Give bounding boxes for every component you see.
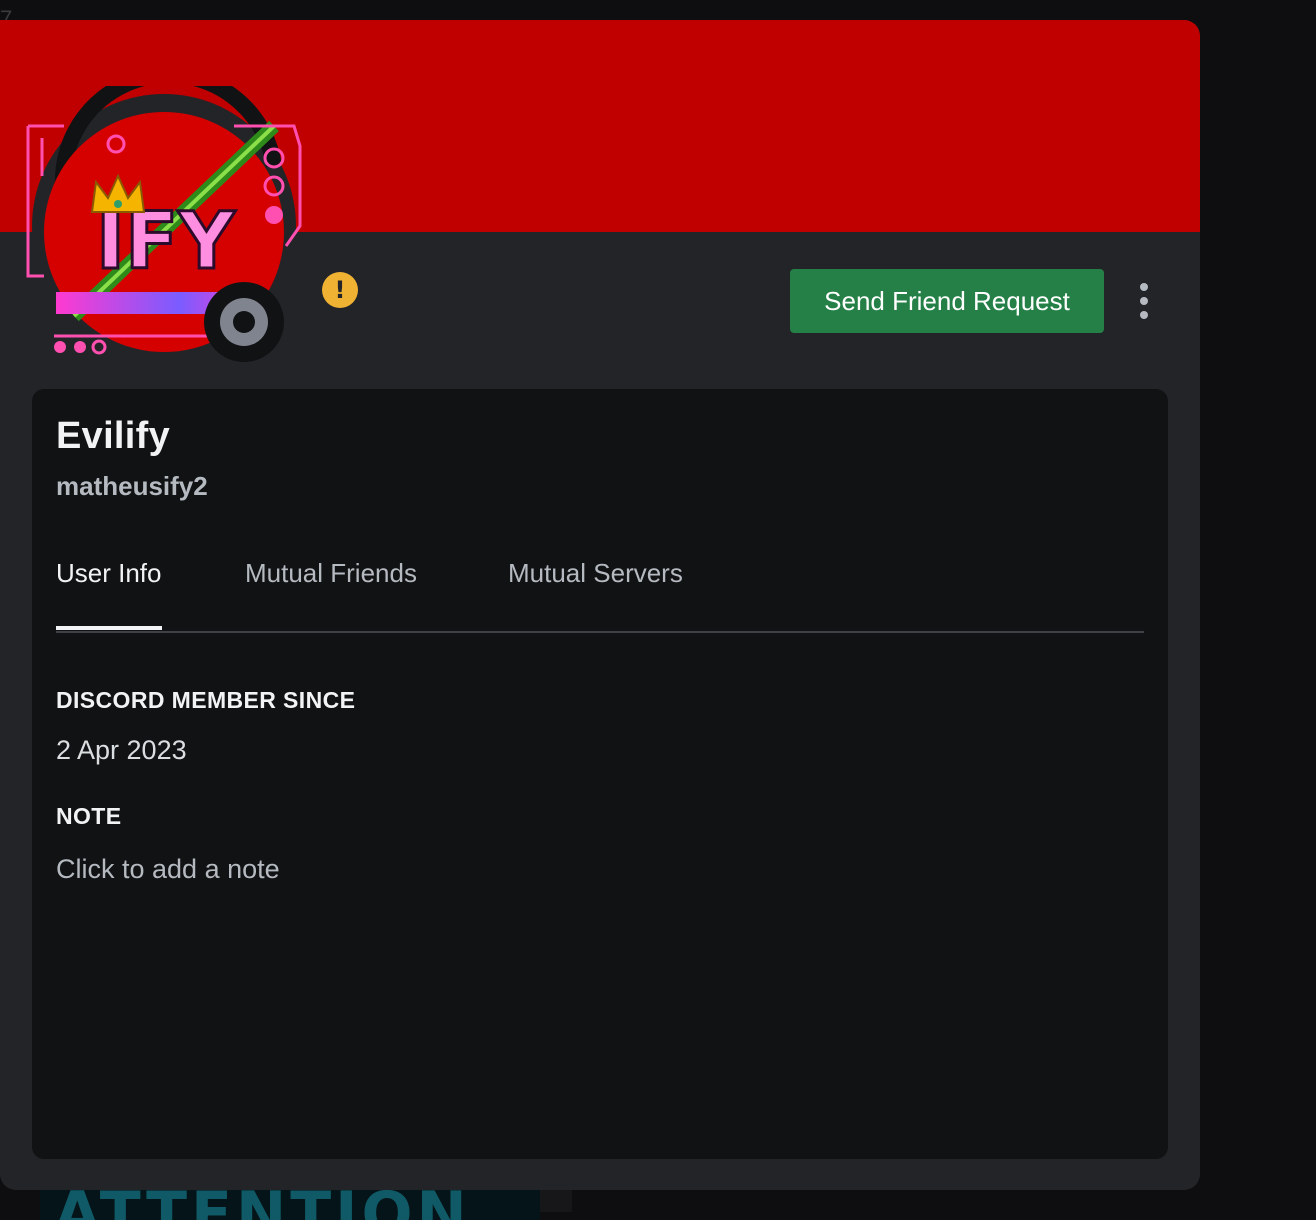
- tab-mutual-friends[interactable]: Mutual Friends: [245, 553, 417, 629]
- profile-tabs: User Info Mutual Friends Mutual Servers: [56, 553, 1144, 633]
- tab-divider: [56, 631, 1144, 633]
- username: matheusify2: [56, 471, 208, 501]
- ellipsis-dot: [1140, 297, 1148, 305]
- ellipsis-dot: [1140, 311, 1148, 319]
- member-since-heading: DISCORD MEMBER SINCE: [56, 687, 356, 713]
- warning-badge-icon[interactable]: !: [322, 272, 358, 308]
- user-profile-modal: IFY ! Send Friend Request Evilify matheu…: [0, 20, 1200, 1190]
- ellipsis-dot: [1140, 283, 1148, 291]
- note-input[interactable]: Click to add a note: [56, 849, 756, 889]
- member-since-date: 2 Apr 2023: [56, 735, 187, 765]
- send-friend-request-button[interactable]: Send Friend Request: [790, 269, 1104, 333]
- note-heading: NOTE: [56, 803, 122, 829]
- background-strip: [540, 1190, 572, 1212]
- tab-user-info[interactable]: User Info: [56, 553, 162, 630]
- vertical-ellipsis-icon[interactable]: [1126, 276, 1162, 326]
- avatar-art: IFY: [26, 86, 302, 362]
- tab-mutual-servers[interactable]: Mutual Servers: [508, 553, 683, 629]
- avatar[interactable]: IFY: [24, 86, 304, 366]
- display-name: Evilify: [56, 415, 171, 457]
- profile-info-card: Evilify matheusify2 User Info Mutual Fri…: [32, 389, 1168, 1159]
